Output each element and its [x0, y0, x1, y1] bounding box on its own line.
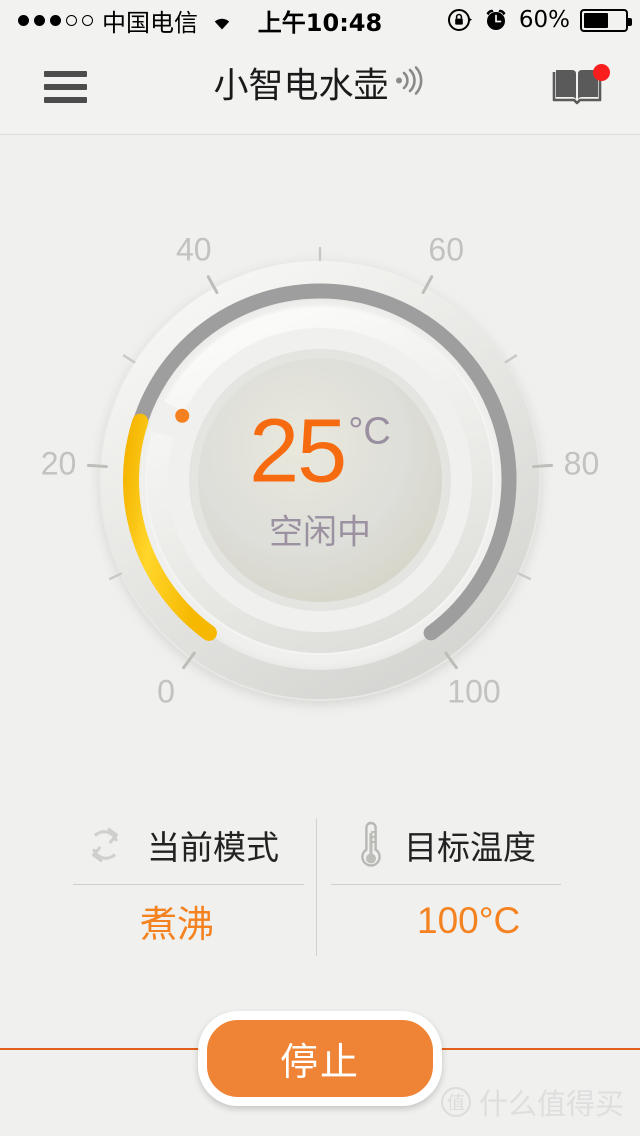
battery-percent-label: 60%	[518, 7, 570, 33]
info-panel-mode-label: 当前模式	[147, 828, 279, 867]
info-panel-row: 当前模式 煮沸 目标温度 100°C	[60, 806, 580, 958]
watermark-badge: 值	[440, 1087, 471, 1117]
info-panel-target-temp-label: 目标温度	[404, 828, 536, 867]
alarm-clock-icon	[486, 9, 506, 30]
refresh-cycle-icon	[92, 828, 118, 862]
temperature-dial[interactable]: 0 20 40 60 80 100 25 °C 空闲中	[41, 232, 600, 720]
manual-book-button[interactable]	[552, 63, 610, 111]
dial-tick-label: 20	[40, 445, 77, 482]
notification-badge	[593, 64, 610, 81]
info-panel-mode-header: 当前模式	[60, 806, 308, 884]
dial-tick-label: 60	[428, 231, 465, 268]
info-panel-mode: 当前模式 煮沸	[60, 806, 308, 958]
temperature-dial-area: 0 20 40 60 80 100 25 °C 空闲中	[0, 136, 640, 786]
info-panel-target-temp-value: 100°C	[417, 900, 521, 941]
thermometer-icon	[361, 821, 381, 867]
status-bar-right: 60%	[447, 7, 632, 33]
rotation-lock-icon	[447, 9, 472, 31]
watermark-text: 什么值得买	[478, 1087, 624, 1121]
watermark: 值 什么值得买	[440, 1081, 624, 1123]
nav-title-group: 小智电水壶	[0, 66, 640, 107]
navigation-bar: 小智电水壶	[0, 40, 640, 135]
stop-button[interactable]: 停止	[198, 1011, 442, 1106]
stop-button-label: 停止	[279, 1040, 360, 1084]
dial-tick-label: 0	[157, 673, 175, 710]
app-screen: 中国电信 上午10:48 60% 小智电水壶 0 20 40 60 80 100…	[0, 0, 640, 1136]
dial-tick-label: 80	[563, 445, 600, 482]
broadcast-signal-icon	[395, 66, 422, 95]
page-title: 小智电水壶	[213, 66, 389, 107]
battery-icon	[580, 8, 632, 32]
info-panel-target-temp[interactable]: 目标温度 100°C	[325, 806, 573, 958]
hamburger-menu-icon[interactable]	[44, 71, 87, 103]
dial-tick-label: 40	[175, 231, 212, 268]
info-panel-mode-value: 煮沸	[140, 903, 214, 946]
info-divider	[316, 818, 317, 956]
status-bar: 中国电信 上午10:48 60%	[0, 0, 640, 40]
dial-graphic	[86, 246, 554, 701]
info-panel-target-temp-header: 目标温度	[325, 806, 573, 884]
dial-tick-label: 100	[447, 673, 501, 710]
